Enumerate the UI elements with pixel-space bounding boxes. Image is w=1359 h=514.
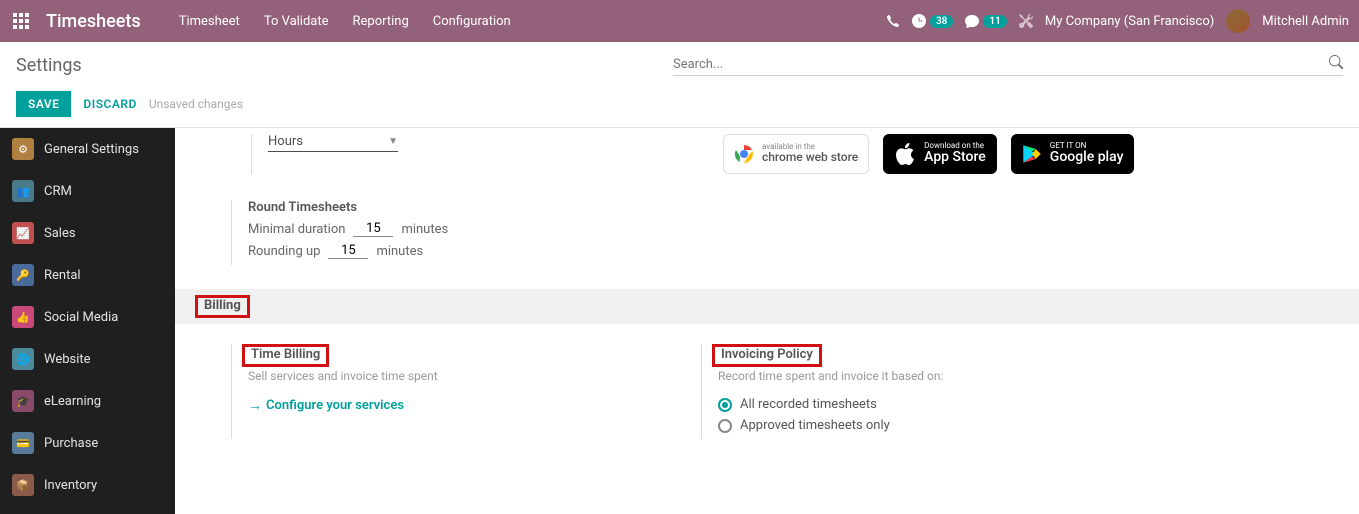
box-icon: 📦 — [12, 474, 34, 496]
caret-down-icon: ▼ — [388, 136, 398, 147]
sidebar-item-label: eLearning — [44, 394, 101, 409]
radio-all-timesheets[interactable]: All recorded timesheets — [718, 397, 1343, 412]
sidebar-item-rental[interactable]: 🔑 Rental — [0, 254, 175, 296]
round-title: Round Timesheets — [248, 200, 448, 215]
unsaved-status: Unsaved changes — [149, 97, 243, 111]
encoding-select[interactable]: Hours ▼ — [268, 134, 398, 152]
graduation-icon: 🎓 — [12, 390, 34, 412]
radio-checked-icon — [718, 398, 732, 412]
messages-icon[interactable]: 11 — [965, 14, 1006, 28]
billing-section-label: Billing — [195, 295, 250, 318]
sidebar-item-purchase[interactable]: 💳 Purchase — [0, 422, 175, 464]
chrome-store-badge[interactable]: available in the chrome web store — [723, 134, 869, 174]
configure-link-label: Configure your services — [266, 398, 404, 413]
search-box — [673, 55, 1343, 76]
phone-icon[interactable] — [886, 14, 900, 28]
handshake-icon: 👥 — [12, 180, 34, 202]
sidebar-item-website[interactable]: 🌐 Website — [0, 338, 175, 380]
thumbs-up-icon: 👍 — [12, 306, 34, 328]
systray: 38 11 My Company (San Francisco) Mitchel… — [886, 9, 1359, 33]
invoicing-policy-title: Invoicing Policy — [721, 347, 813, 362]
page-title: Settings — [16, 55, 82, 76]
sidebar-item-inventory[interactable]: 📦 Inventory — [0, 464, 175, 506]
sidebar-item-general[interactable]: ⚙ General Settings — [0, 128, 175, 170]
messages-badge: 11 — [983, 15, 1006, 28]
google-play-badge[interactable]: GET IT ON Google play — [1011, 134, 1135, 174]
chart-icon: 📈 — [12, 222, 34, 244]
sidebar-item-label: CRM — [44, 184, 72, 199]
sidebar-item-sales[interactable]: 📈 Sales — [0, 212, 175, 254]
top-navbar: Timesheets Timesheet To Validate Reporti… — [0, 0, 1359, 42]
radio-all-label: All recorded timesheets — [740, 397, 877, 412]
time-billing-desc: Sell services and invoice time spent — [248, 369, 685, 383]
menu-timesheet[interactable]: Timesheet — [169, 8, 250, 35]
encoding-value: Hours — [268, 134, 303, 149]
time-billing-title: Time Billing — [251, 347, 320, 362]
search-icon[interactable] — [1329, 55, 1343, 73]
sidebar-item-label: Sales — [44, 226, 76, 241]
sidebar-item-label: Inventory — [44, 478, 97, 493]
menu-reporting[interactable]: Reporting — [343, 8, 419, 35]
app-name[interactable]: Timesheets — [46, 11, 141, 32]
search-input[interactable] — [673, 57, 1329, 72]
activities-badge: 38 — [930, 15, 953, 28]
min-duration-input[interactable] — [353, 221, 393, 237]
sidebar-item-elearning[interactable]: 🎓 eLearning — [0, 380, 175, 422]
appstore-big-text: App Store — [924, 150, 986, 165]
billing-section-header: Billing — [175, 289, 1359, 324]
cart-icon: 💳 — [12, 432, 34, 454]
radio-unchecked-icon — [718, 419, 732, 433]
play-icon — [1022, 144, 1042, 164]
play-big-text: Google play — [1050, 150, 1124, 165]
key-icon: 🔑 — [12, 264, 34, 286]
sidebar-item-social[interactable]: 👍 Social Media — [0, 296, 175, 338]
top-menu: Timesheet To Validate Reporting Configur… — [169, 8, 521, 35]
radio-approved-only[interactable]: Approved timesheets only — [718, 418, 1343, 433]
app-store-badge[interactable]: Download on the App Store — [883, 134, 997, 174]
activities-icon[interactable]: 38 — [912, 14, 953, 28]
discard-button[interactable]: DISCARD — [83, 97, 136, 111]
rounding-input[interactable] — [328, 243, 368, 259]
sidebar-item-label: Website — [44, 352, 91, 367]
invoicing-policy-desc: Record time spent and invoice it based o… — [718, 369, 1343, 383]
user-menu[interactable]: Mitchell Admin — [1262, 14, 1349, 29]
sidebar-item-label: Purchase — [44, 436, 98, 451]
rounding-label: Rounding up — [248, 244, 320, 259]
sidebar-item-crm[interactable]: 👥 CRM — [0, 170, 175, 212]
globe-icon: 🌐 — [12, 348, 34, 370]
gear-icon: ⚙ — [12, 138, 34, 160]
control-panel: Settings SAVE DISCARD Unsaved changes — [0, 42, 1359, 128]
apps-menu-icon[interactable] — [0, 0, 42, 42]
debug-icon[interactable] — [1019, 14, 1033, 28]
chrome-big-text: chrome web store — [762, 151, 858, 164]
arrow-right-icon: → — [248, 397, 262, 414]
sidebar-item-label: Social Media — [44, 310, 118, 325]
user-avatar[interactable] — [1226, 9, 1250, 33]
min-duration-label: Minimal duration — [248, 222, 345, 237]
settings-sidebar: ⚙ General Settings 👥 CRM 📈 Sales 🔑 Rental 👍 S… — [0, 128, 175, 514]
settings-content: Hours ▼ available in the chrome web stor… — [175, 128, 1359, 514]
chrome-icon — [734, 144, 754, 164]
menu-configuration[interactable]: Configuration — [423, 8, 521, 35]
configure-services-link[interactable]: → Configure your services — [248, 397, 685, 414]
menu-to-validate[interactable]: To Validate — [254, 8, 339, 35]
sidebar-item-label: Rental — [44, 268, 81, 283]
apple-icon — [894, 143, 916, 165]
sidebar-item-label: General Settings — [44, 142, 139, 157]
radio-approved-label: Approved timesheets only — [740, 418, 890, 433]
company-selector[interactable]: My Company (San Francisco) — [1045, 14, 1214, 29]
save-button[interactable]: SAVE — [16, 91, 71, 117]
min-duration-unit: minutes — [401, 222, 448, 237]
rounding-unit: minutes — [376, 244, 423, 259]
